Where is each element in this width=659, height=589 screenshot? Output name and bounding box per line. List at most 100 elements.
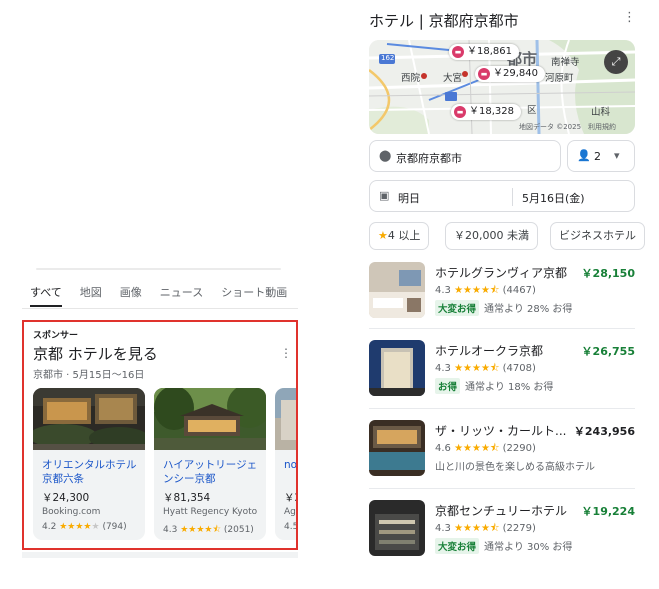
date-range-field[interactable]: ▣ 明日 5月16日(金) [369,180,635,212]
tab-divider [22,308,298,309]
hotel-map[interactable]: 162 西院 大宮 南禅寺 河原町 山科 区 都市 ▬ ￥18,861 ▬ ￥29,… [369,40,635,134]
route-number-label: 162 [381,54,395,62]
google-search-results-panel: すべて 地図 画像 ニュース ショート動画 スポンサー 京都 ホテルを見る ⋮ … [22,262,298,582]
review-count: (794) [102,522,127,532]
hotel-price: ￥19,224 [581,505,635,518]
hotel-list-item[interactable]: ホテルグランヴィア京都 ￥28,150 4.3 ★★★★⯪ (4467) 大変お… [369,262,635,322]
deal-badge: 大変お得 [435,538,480,554]
hotel-photo [33,388,145,450]
filter-chip-rating[interactable]: ★4 以上 [369,222,430,250]
star-icon: ★★★★⯪ [454,443,500,454]
hotel-rating: 4.3 ★★★★⯪ (4708) [435,363,536,374]
hotel-name-link[interactable]: noc [284,458,296,472]
hotel-ad-card[interactable]: オリエンタルホテル京都六条 ￥24,300 Booking.com 4.2 ★★… [33,388,145,540]
sponsored-hotels-box: スポンサー 京都 ホテルを見る ⋮ 京都市 · 5月15日〜16日 オリエンタル [22,320,298,550]
review-count: (2051) [223,525,254,535]
map-copyright: 地図データ ©2025 利用規約 [519,123,617,131]
hotel-name[interactable]: ホテルグランヴィア京都 [435,264,567,281]
tab-short-videos[interactable]: ショート動画 [221,284,287,307]
hotel-name[interactable]: ホテルオークラ京都 [435,342,543,359]
map-label-kawaramachi: 河原町 [545,73,574,84]
hotel-deal: お得 通常より 18% お得 [435,378,553,394]
tab-maps[interactable]: 地図 [80,284,102,307]
list-divider [369,328,635,329]
deal-badge: お得 [435,378,461,394]
hotel-price: ￥243,956 [573,425,635,438]
filter-chip-price[interactable]: ￥20,000 未満 [445,222,538,250]
hotel-thumbnail [369,340,425,396]
hotel-thumbnail [369,420,425,476]
star-icon: ★ [378,229,388,242]
hotel-thumbnail [369,262,425,318]
search-tabs: すべて 地図 画像 ニュース ショート動画 [30,284,305,307]
hotel-price: ￥28,150 [581,267,635,280]
star-icon: ★★★★⯪ [454,363,500,374]
hotel-ad-card[interactable]: ハイアットリージェンシー京都 ￥81,354 Hyatt Regency Kyo… [154,388,266,540]
hotels-panel: ホテル | 京都府京都市 ⋮ 162 西院 大宮 南禅寺 河原町 山科 区 都市… [369,0,659,589]
booking-site: Booking.com [42,507,101,517]
check-in-date[interactable]: 明日 [398,190,420,206]
hotel-price: ￥2 [284,492,296,504]
rating-value: 4.3 [163,525,178,535]
map-price-pin[interactable]: ▬ ￥18,861 [449,44,519,60]
tab-news[interactable]: ニュース [160,284,203,307]
hotel-name-link[interactable]: ハイアットリージェンシー京都 [163,458,263,486]
map-price-pin[interactable]: ▬ ￥18,328 [451,104,521,120]
star-icon: ★★★★ [59,522,92,532]
tab-images[interactable]: 画像 [120,284,142,307]
hotel-bed-icon: ▬ [478,68,490,80]
star-icon: ★★★★⯪ [454,523,500,534]
rating-value: 4.2 [42,522,57,532]
more-options-icon[interactable]: ⋮ [280,346,292,360]
hotel-description: 山と川の景色を楽しめる高級ホテル [435,462,595,473]
hotel-rating: 4.3 ★★★★⯪ (4467) [435,285,536,296]
location-value: 京都府京都市 [396,152,462,165]
list-divider [369,408,635,409]
hotel-price: ￥81,354 [163,492,211,504]
hotel-list-item[interactable]: ホテルオークラ京都 ￥26,755 4.3 ★★★★⯪ (4708) お得 通常よ… [369,340,635,400]
star-icon: ★★★★⯪ [454,285,500,296]
more-options-icon[interactable]: ⋮ [623,10,636,25]
map-label-ward: 区 [527,105,537,116]
hotels-panel-title: ホテル | 京都府京都市 [369,12,519,30]
tab-all[interactable]: すべて [30,284,62,307]
guests-selector[interactable]: 👤 2 ▾ [567,140,635,172]
map-price-pin[interactable]: ▬ ￥29,840 [475,66,545,82]
chevron-down-icon: ▾ [614,149,620,162]
rating-value: 4.5 [284,522,298,532]
results-bottom-edge [22,552,298,558]
map-label-nanzenji: 南禅寺 [551,57,580,68]
map-label-saiin: 西院 [401,73,421,84]
star-icon: ★★★★⯪ [180,525,221,535]
hotel-name-link[interactable]: オリエンタルホテル京都六条 [42,458,142,486]
check-out-date[interactable]: 5月16日(金) [522,190,585,206]
sponsor-label: スポンサー [33,331,79,341]
sponsor-subtitle: 京都市 · 5月15日〜16日 [33,370,145,381]
guest-count: 2 [594,150,601,163]
hotel-price: ￥26,755 [581,345,635,358]
hotel-deal: 大変お得 通常より 28% お得 [435,300,572,316]
expand-map-icon[interactable]: ⤢ [604,50,628,74]
hotel-ad-card-partial[interactable]: noc ￥2 Ago 4.5 [275,388,298,540]
list-divider [369,488,635,489]
booking-site: Hyatt Regency Kyoto [163,507,258,517]
location-pin-icon: ⬤ [379,149,392,162]
hotel-list-item[interactable]: 京都センチュリーホテル ￥19,224 4.3 ★★★★⯪ (2279) 大変お… [369,500,635,560]
search-bar-edge [36,268,281,270]
map-label-yamashina: 山科 [591,107,611,118]
location-field[interactable]: ⬤ 京都府京都市 [369,140,561,172]
hotel-list-item[interactable]: ザ・リッツ・カールト... ￥243,956 4.6 ★★★★⯪ (2290) … [369,420,635,480]
filter-chip-business-hotel[interactable]: ビジネスホテル [550,222,645,250]
sponsor-title[interactable]: 京都 ホテルを見る [33,343,158,364]
hotel-rating: 4.2 ★★★★★ (794) [42,522,127,532]
booking-site: Ago [284,507,296,517]
hotel-rating: 4.3 ★★★★⯪ (2051) [163,522,254,538]
hotel-price: ￥24,300 [42,492,90,504]
star-empty-icon: ★ [91,522,100,532]
hotel-rating: 4.3 ★★★★⯪ (2279) [435,523,536,534]
person-icon: 👤 [577,149,591,162]
calendar-icon: ▣ [379,189,390,202]
hotel-name[interactable]: ザ・リッツ・カールト... [435,422,566,439]
hotel-name[interactable]: 京都センチュリーホテル [435,502,567,519]
hotel-photo [275,388,296,450]
